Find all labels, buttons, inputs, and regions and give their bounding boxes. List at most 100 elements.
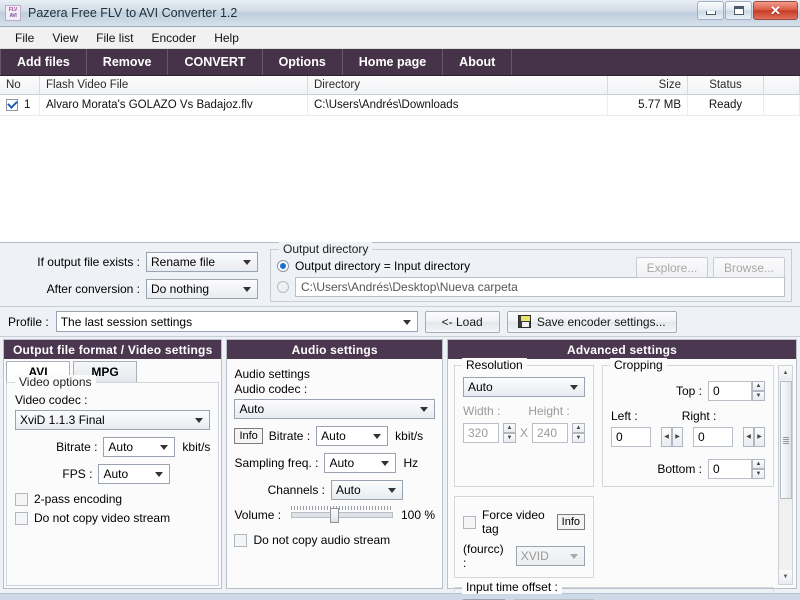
force-video-tag-info-button[interactable]: Info bbox=[556, 514, 585, 530]
column-header-size[interactable]: Size bbox=[608, 75, 688, 95]
spin-down-icon[interactable]: ▼ bbox=[752, 469, 765, 479]
spin-right-icon[interactable]: ▶ bbox=[672, 427, 683, 447]
file-list-empty-area[interactable] bbox=[0, 116, 800, 242]
video-fps-select[interactable]: Auto bbox=[98, 464, 171, 484]
cropping-group: Cropping Top : 0 ▲ ▼ Left : Right : 0 ◀ … bbox=[602, 358, 774, 487]
force-video-tag-checkbox[interactable] bbox=[463, 515, 476, 529]
spin-up-icon[interactable]: ▲ bbox=[571, 423, 585, 433]
spin-left-icon[interactable]: ◀ bbox=[743, 427, 754, 447]
menu-item-encoder[interactable]: Encoder bbox=[142, 29, 205, 47]
spin-down-icon[interactable]: ▼ bbox=[571, 433, 585, 443]
row-index: 1 bbox=[24, 98, 31, 111]
title-bar: FLV AVI Pazera Free FLV to AVI Converter… bbox=[0, 0, 800, 27]
explore-button[interactable]: Explore... bbox=[636, 257, 708, 278]
scroll-up-icon[interactable]: ▲ bbox=[779, 366, 792, 380]
two-pass-encoding-row[interactable]: 2-pass encoding bbox=[15, 492, 210, 506]
crop-right-input[interactable]: 0 bbox=[693, 427, 733, 447]
audio-codec-select[interactable]: Auto bbox=[234, 399, 435, 419]
crop-top-input[interactable]: 0 bbox=[708, 381, 752, 401]
video-bitrate-select[interactable]: Auto bbox=[103, 437, 176, 457]
row-status: Ready bbox=[688, 94, 764, 116]
column-header-directory[interactable]: Directory bbox=[308, 75, 608, 95]
height-input[interactable]: 240 bbox=[532, 423, 568, 443]
table-row[interactable]: 1 Alvaro Morata's GOLAZO Vs Badajoz.flv … bbox=[0, 94, 800, 116]
load-profile-button[interactable]: <- Load bbox=[424, 310, 500, 333]
toolbar-convert[interactable]: CONVERT bbox=[168, 49, 263, 75]
no-copy-audio-checkbox[interactable] bbox=[234, 533, 248, 547]
menu-item-help[interactable]: Help bbox=[205, 29, 248, 47]
no-copy-video-checkbox[interactable] bbox=[15, 511, 28, 525]
output-directory-group: Output directory Output directory = Inpu… bbox=[270, 242, 792, 302]
after-conversion-select[interactable]: Do nothing bbox=[146, 279, 258, 299]
custom-directory-input[interactable]: C:\Users\Andrés\Desktop\Nueva carpeta bbox=[295, 277, 785, 297]
toolbar-home-page[interactable]: Home page bbox=[343, 49, 444, 75]
spin-down-icon[interactable]: ▼ bbox=[502, 433, 516, 443]
volume-slider-thumb[interactable] bbox=[329, 508, 339, 523]
spin-right-icon[interactable]: ▶ bbox=[754, 427, 765, 447]
audio-bitrate-select[interactable]: Auto bbox=[316, 426, 389, 446]
no-copy-audio-label: Do not copy audio stream bbox=[253, 533, 391, 547]
force-video-tag-row[interactable]: Force video tag Info bbox=[463, 508, 585, 536]
advanced-content: Resolution Auto Width : Height : 320 ▲ ▼… bbox=[454, 358, 778, 600]
minimize-button[interactable] bbox=[697, 1, 724, 20]
video-bitrate-value: Auto bbox=[108, 440, 134, 454]
menu-item-file-list[interactable]: File list bbox=[87, 29, 142, 47]
save-encoder-settings-button[interactable]: Save encoder settings... bbox=[506, 310, 677, 333]
menu-item-view[interactable]: View bbox=[43, 29, 87, 47]
two-pass-encoding-checkbox[interactable] bbox=[15, 492, 28, 506]
crop-bottom-spinner[interactable]: ▲ ▼ bbox=[752, 459, 765, 479]
column-header-no[interactable]: No bbox=[0, 75, 40, 95]
audio-channels-select[interactable]: Auto bbox=[331, 480, 403, 500]
toolbar-about[interactable]: About bbox=[443, 49, 513, 75]
file-list[interactable]: No Flash Video File Directory Size Statu… bbox=[0, 75, 800, 243]
same-as-input-radio[interactable] bbox=[277, 260, 289, 272]
custom-directory-row[interactable]: C:\Users\Andrés\Desktop\Nueva carpeta bbox=[277, 277, 785, 297]
audio-sampling-select[interactable]: Auto bbox=[324, 453, 397, 473]
toolbar-remove[interactable]: Remove bbox=[87, 49, 169, 75]
menu-item-file[interactable]: File bbox=[6, 29, 43, 47]
height-spinner[interactable]: ▲ ▼ bbox=[571, 423, 585, 443]
maximize-icon bbox=[733, 6, 744, 15]
audio-channels-value: Auto bbox=[336, 483, 361, 497]
row-directory: C:\Users\Andrés\Downloads bbox=[308, 94, 608, 116]
resolution-select[interactable]: Auto bbox=[463, 377, 585, 397]
advanced-scrollbar[interactable]: ▲ ▼ bbox=[778, 365, 793, 585]
spin-up-icon[interactable]: ▲ bbox=[752, 459, 765, 469]
scrollbar-thumb[interactable] bbox=[779, 381, 792, 499]
fourcc-select[interactable]: XVID bbox=[515, 546, 585, 566]
video-codec-select[interactable]: XviD 1.1.3 Final bbox=[15, 410, 211, 430]
scroll-down-icon[interactable]: ▼ bbox=[779, 570, 792, 584]
spin-up-icon[interactable]: ▲ bbox=[502, 423, 516, 433]
volume-slider[interactable] bbox=[291, 506, 393, 523]
if-output-file-exists-select[interactable]: Rename file bbox=[146, 252, 258, 272]
column-header-status[interactable]: Status bbox=[688, 75, 764, 95]
crop-left-input[interactable]: 0 bbox=[611, 427, 651, 447]
toolbar-options[interactable]: Options bbox=[263, 49, 343, 75]
app-icon: FLV AVI bbox=[5, 5, 21, 21]
crop-bottom-row: Bottom : 0 ▲ ▼ bbox=[611, 459, 765, 479]
no-copy-video-row[interactable]: Do not copy video stream bbox=[15, 511, 210, 525]
crop-left-spinner[interactable]: ◀ ▶ bbox=[661, 427, 683, 447]
custom-directory-radio[interactable] bbox=[277, 281, 289, 293]
video-fps-label: FPS : bbox=[62, 467, 93, 481]
maximize-button[interactable] bbox=[725, 1, 752, 20]
no-copy-audio-row[interactable]: Do not copy audio stream bbox=[234, 533, 435, 547]
spin-up-icon[interactable]: ▲ bbox=[752, 381, 765, 391]
row-checkbox[interactable] bbox=[6, 99, 18, 111]
window-title: Pazera Free FLV to AVI Converter 1.2 bbox=[28, 6, 238, 20]
audio-info-button[interactable]: Info bbox=[234, 428, 263, 444]
profile-select[interactable]: The last session settings bbox=[55, 311, 418, 332]
crop-right-spinner[interactable]: ◀ ▶ bbox=[743, 427, 765, 447]
spin-left-icon[interactable]: ◀ bbox=[661, 427, 672, 447]
crop-bottom-input[interactable]: 0 bbox=[708, 459, 752, 479]
browse-button[interactable]: Browse... bbox=[713, 257, 785, 278]
crop-top-spinner[interactable]: ▲ ▼ bbox=[752, 381, 765, 401]
column-header-file[interactable]: Flash Video File bbox=[40, 75, 308, 95]
video-settings-title: Output file format / Video settings bbox=[4, 340, 222, 359]
width-spinner[interactable]: ▲ ▼ bbox=[502, 423, 516, 443]
close-button[interactable]: ✕ bbox=[753, 1, 798, 20]
crop-top-row: Top : 0 ▲ ▼ bbox=[611, 381, 765, 401]
toolbar-add-files[interactable]: Add files bbox=[0, 49, 87, 75]
width-input[interactable]: 320 bbox=[463, 423, 499, 443]
spin-down-icon[interactable]: ▼ bbox=[752, 391, 765, 401]
